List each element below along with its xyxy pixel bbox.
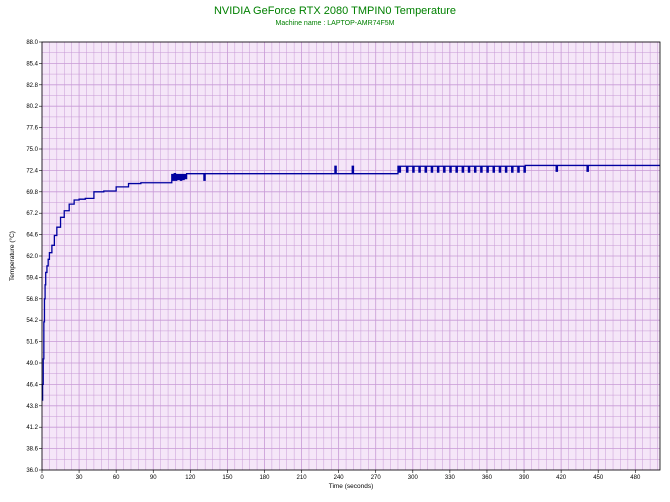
y-tick-label: 67.2 — [26, 211, 38, 217]
y-tick-label: 88.0 — [26, 40, 38, 46]
y-tick-label: 43.8 — [26, 404, 38, 410]
x-tick-label: 330 — [445, 475, 456, 481]
y-tick-label: 59.4 — [26, 275, 38, 281]
y-tick-label: 64.6 — [26, 233, 38, 239]
x-tick-label: 240 — [334, 475, 345, 481]
x-tick-label: 30 — [76, 475, 83, 481]
y-tick-label: 77.6 — [26, 126, 38, 132]
x-tick-label: 180 — [259, 475, 270, 481]
y-tick-label: 46.4 — [26, 382, 38, 388]
y-tick-label: 75.0 — [26, 147, 38, 153]
x-tick-label: 60 — [113, 475, 120, 481]
x-tick-label: 300 — [408, 475, 419, 481]
x-tick-label: 270 — [371, 475, 382, 481]
y-tick-label: 49.0 — [26, 361, 38, 367]
y-axis-label: Temperature (°C) — [8, 231, 16, 281]
x-tick-label: 420 — [556, 475, 567, 481]
y-tick-label: 80.2 — [26, 104, 38, 110]
y-tick-label: 69.8 — [26, 190, 38, 196]
y-tick-label: 72.4 — [26, 168, 38, 174]
y-tick-label: 62.0 — [26, 254, 38, 260]
y-tick-label: 54.2 — [26, 318, 38, 324]
x-tick-label: 210 — [297, 475, 308, 481]
x-tick-label: 90 — [150, 475, 157, 481]
x-tick-label: 480 — [630, 475, 641, 481]
x-tick-label: 150 — [222, 475, 233, 481]
y-tick-label: 56.8 — [26, 297, 38, 303]
y-tick-label: 41.2 — [26, 425, 38, 431]
x-tick-label: 0 — [40, 475, 44, 481]
grid-lines — [41, 41, 660, 471]
y-tick-label: 82.8 — [26, 83, 38, 89]
x-axis-label: Time (seconds) — [329, 483, 374, 490]
y-tick-label: 38.6 — [26, 447, 38, 453]
x-tick-label: 450 — [593, 475, 604, 481]
x-tick-label: 360 — [482, 475, 493, 481]
x-tick-label: 120 — [185, 475, 196, 481]
y-tick-label: 36.0 — [26, 468, 38, 474]
y-tick-label: 85.4 — [26, 61, 38, 67]
y-tick-label: 51.6 — [26, 340, 38, 346]
x-tick-label: 390 — [519, 475, 530, 481]
temperature-chart: 0 30 60 90 120 150 180 210 240 270 300 330 360 390 420… — [8, 40, 661, 490]
